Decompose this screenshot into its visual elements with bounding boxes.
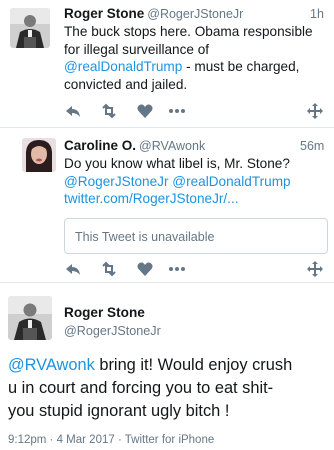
tweet-url-link[interactable]: twitter.com/RogerJStoneJr/... bbox=[64, 190, 330, 208]
quoted-tweet-card[interactable]: This Tweet is unavailable bbox=[64, 218, 328, 254]
author-name[interactable]: Roger Stone bbox=[64, 305, 145, 320]
move-icon[interactable] bbox=[306, 102, 324, 120]
tweet-header: Roger Stone @RogerJStoneJr bbox=[64, 6, 243, 21]
mention-link[interactable]: @realDonaldTrump bbox=[172, 174, 290, 189]
retweet-icon[interactable] bbox=[100, 260, 118, 278]
quoted-tweet-status: This Tweet is unavailable bbox=[75, 230, 215, 244]
avatar-roger-stone[interactable] bbox=[8, 296, 52, 340]
tweet-text: The buck stops here. Obama responsible f… bbox=[64, 23, 330, 93]
tweet-text-line: for illegal surveillance of bbox=[64, 41, 210, 57]
mention-link[interactable]: @realDonaldTrump bbox=[64, 59, 182, 74]
main-tweet-text: @RVAwonk bring it! Would enjoy crush u i… bbox=[8, 354, 330, 423]
tweet-actions bbox=[64, 102, 328, 120]
avatar-caroline-o[interactable] bbox=[22, 138, 56, 172]
reply-icon[interactable] bbox=[64, 260, 82, 278]
mention-link[interactable]: @RVAwonk bbox=[8, 356, 95, 374]
tweet-header: Caroline O. @RVAwonk bbox=[64, 138, 205, 153]
move-icon[interactable] bbox=[306, 260, 324, 278]
tweet-text-line: - must be charged, bbox=[182, 59, 300, 74]
author-handle[interactable]: @RogerJStoneJr bbox=[147, 7, 243, 21]
avatar-roger-stone[interactable] bbox=[10, 8, 50, 48]
tweet-roger-stone-1[interactable]: Roger Stone @RogerJStoneJr 1h The buck st… bbox=[0, 0, 334, 128]
more-icon[interactable] bbox=[168, 102, 186, 120]
tweet-text-line: you stupid ignorant ugly bitch ! bbox=[8, 402, 230, 420]
retweet-icon[interactable] bbox=[100, 102, 118, 120]
author-name[interactable]: Caroline O. bbox=[64, 138, 136, 153]
tweet-time[interactable]: 56m bbox=[300, 139, 324, 153]
author-handle[interactable]: @RVAwonk bbox=[139, 139, 205, 153]
tweet-text: Do you know what libel is, Mr. Stone? @R… bbox=[64, 155, 330, 208]
more-icon[interactable] bbox=[168, 260, 186, 278]
tweet-text-line: Do you know what libel is, Mr. Stone? bbox=[64, 156, 290, 171]
author-name[interactable]: Roger Stone bbox=[64, 6, 144, 21]
main-tweet[interactable]: Roger Stone @RogerJStoneJr @RVAwonk brin… bbox=[0, 283, 334, 450]
heart-icon[interactable] bbox=[136, 102, 154, 120]
tweet-text-line: u in court and forcing you to eat shit- bbox=[8, 379, 274, 397]
heart-icon[interactable] bbox=[136, 260, 154, 278]
tweet-metadata[interactable]: 9:12pm · 4 Mar 2017 · Twitter for iPhone bbox=[8, 434, 214, 446]
tweet-text-line: The buck stops here. Obama responsible bbox=[64, 24, 313, 39]
tweet-actions bbox=[64, 260, 328, 278]
author-handle[interactable]: @RogerJStoneJr bbox=[64, 324, 161, 338]
reply-icon[interactable] bbox=[64, 102, 82, 120]
tweet-time[interactable]: 1h bbox=[310, 7, 324, 21]
tweet-text-line: convicted and jailed. bbox=[64, 76, 188, 92]
tweet-caroline-o[interactable]: Caroline O. @RVAwonk 56m Do you know what… bbox=[0, 128, 334, 283]
tweet-text-line: bring it! Would enjoy crush bbox=[94, 356, 293, 374]
mention-link[interactable]: @RogerJStoneJr bbox=[64, 174, 168, 189]
